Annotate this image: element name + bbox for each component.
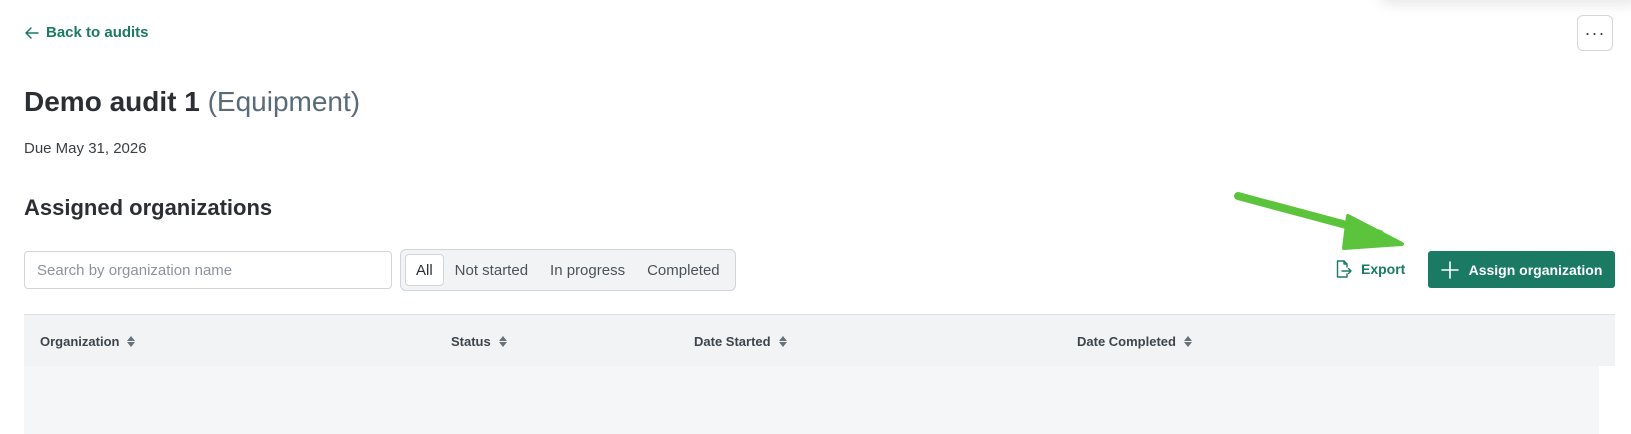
arrow-left-icon (25, 26, 39, 39)
due-date: Due May 31, 2026 (24, 140, 147, 157)
column-date-started[interactable]: Date Started (694, 315, 787, 367)
column-label: Status (451, 333, 491, 349)
column-label: Date Started (694, 333, 771, 349)
audit-category: (Equipment) (207, 86, 361, 117)
export-button[interactable]: Export (1333, 259, 1405, 279)
column-label: Date Completed (1077, 333, 1176, 349)
export-label: Export (1361, 261, 1406, 277)
filter-completed[interactable]: Completed (636, 254, 731, 286)
search-input[interactable] (24, 251, 392, 289)
table-header: Organization Status Date Started Date Co… (24, 314, 1615, 366)
assign-label: Assign organization (1468, 261, 1603, 278)
plus-icon (1440, 260, 1459, 279)
assign-organization-button[interactable]: Assign organization (1428, 251, 1615, 288)
section-title: Assigned organizations (24, 195, 273, 220)
export-file-icon (1336, 260, 1352, 278)
page-title: Demo audit 1 (Equipment) (24, 86, 360, 118)
more-options-button[interactable]: ··· (1577, 15, 1613, 51)
sort-icon (127, 335, 136, 347)
sort-icon (778, 335, 787, 347)
column-status[interactable]: Status (451, 315, 507, 367)
back-to-audits-link[interactable]: Back to audits (24, 24, 149, 41)
audit-name: Demo audit 1 (24, 86, 200, 117)
filter-all[interactable]: All (405, 254, 444, 286)
filter-not-started[interactable]: Not started (444, 254, 539, 286)
table-body (24, 366, 1599, 434)
audit-detail-page: Back to audits ··· Demo audit 1 (Equipme… (0, 0, 1631, 434)
status-filter-group: All Not started In progress Completed (400, 249, 736, 291)
more-icon: ··· (1584, 22, 1606, 43)
filter-in-progress[interactable]: In progress (539, 254, 636, 286)
annotation-arrow-icon (1234, 192, 1404, 250)
column-organization[interactable]: Organization (40, 315, 136, 367)
sort-icon (1183, 335, 1192, 347)
column-date-completed[interactable]: Date Completed (1077, 315, 1192, 367)
column-label: Organization (40, 333, 120, 349)
back-link-label: Back to audits (46, 24, 149, 41)
sort-icon (498, 335, 507, 347)
